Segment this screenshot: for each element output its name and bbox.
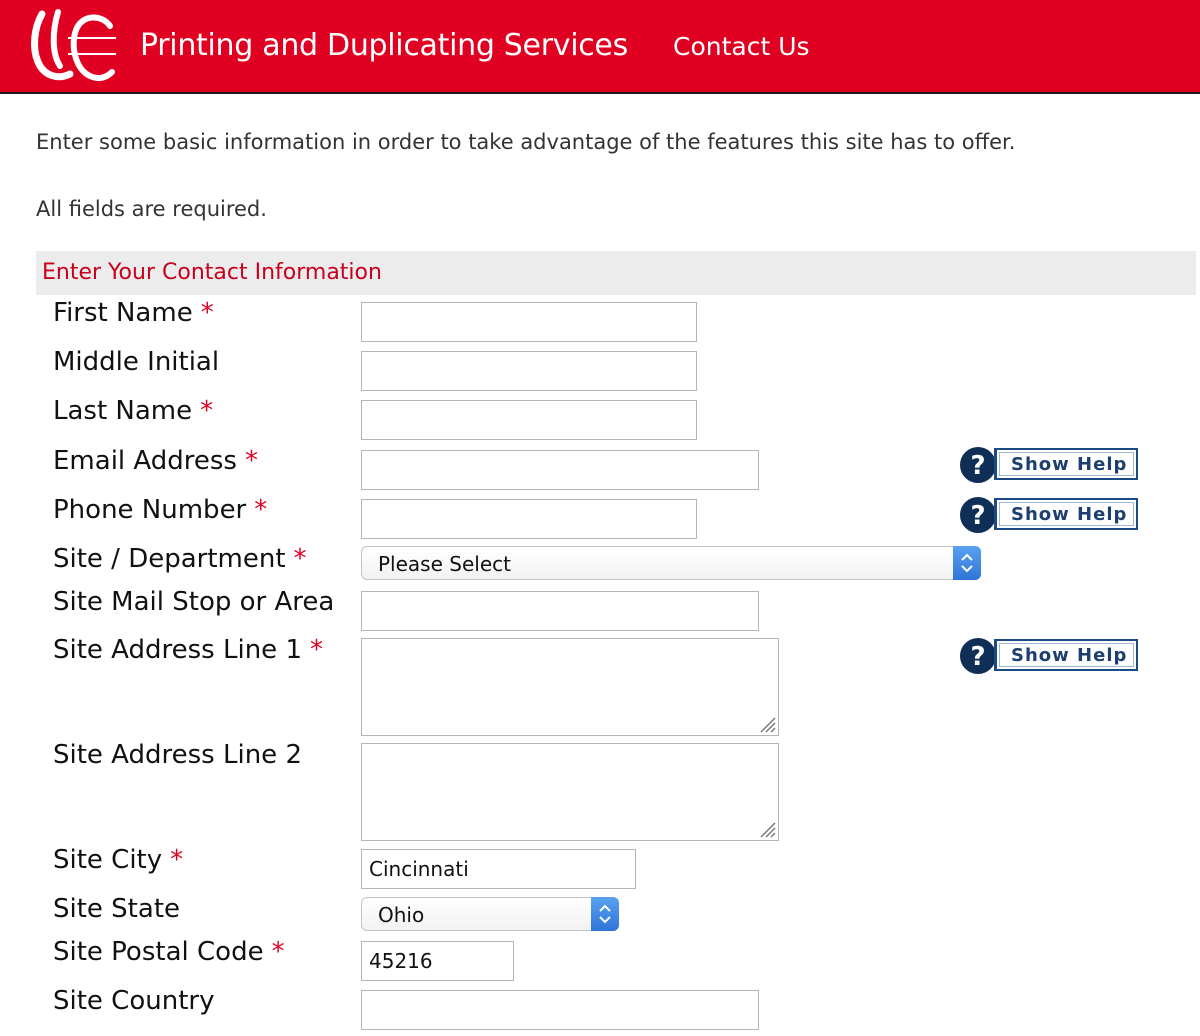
resize-grip-icon[interactable] <box>754 711 776 733</box>
middle-initial-label: Middle Initial <box>53 347 220 377</box>
required-marker: * <box>244 446 258 476</box>
section-header: Enter Your Contact Information <box>36 251 1196 295</box>
required-marker: * <box>200 396 214 426</box>
department-label: Site / Department * <box>53 544 307 574</box>
select-chevron-icon[interactable] <box>591 897 619 931</box>
required-marker: * <box>170 845 184 875</box>
required-marker: * <box>271 937 285 967</box>
middle-initial-input[interactable] <box>361 351 697 391</box>
help-question-icon[interactable]: ? <box>960 497 996 533</box>
city-input[interactable] <box>361 849 636 889</box>
site-title[interactable]: Printing and Duplicating Services <box>140 28 628 63</box>
show-help-button[interactable]: Show Help <box>994 639 1138 671</box>
state-label: Site State <box>53 894 181 924</box>
postal-code-label: Site Postal Code * <box>53 937 285 967</box>
country-label: Site Country <box>53 986 215 1016</box>
country-input[interactable] <box>361 990 759 1030</box>
email-label: Email Address * <box>53 446 258 476</box>
select-chevron-icon[interactable] <box>953 546 981 580</box>
department-select[interactable]: Please Select <box>361 546 981 580</box>
contact-us-link[interactable]: Contact Us <box>673 32 810 61</box>
mail-stop-label: Site Mail Stop or Area <box>53 587 335 617</box>
show-help-button[interactable]: Show Help <box>994 498 1138 530</box>
help-question-icon[interactable]: ? <box>960 447 996 483</box>
resize-grip-icon[interactable] <box>754 816 776 838</box>
mail-stop-input[interactable] <box>361 591 759 631</box>
email-input[interactable] <box>361 450 759 490</box>
phone-input[interactable] <box>361 499 697 539</box>
intro-text: Enter some basic information in order to… <box>36 130 1016 154</box>
required-marker: * <box>309 635 323 665</box>
phone-label: Phone Number * <box>53 495 268 525</box>
required-marker: * <box>200 298 214 328</box>
required-marker: * <box>254 495 268 525</box>
postal-code-input[interactable] <box>361 941 514 981</box>
first-name-input[interactable] <box>361 302 697 342</box>
address-line1-textarea[interactable] <box>361 638 779 736</box>
uc-logo-icon[interactable] <box>28 8 118 86</box>
phone-help[interactable]: ? Show Help <box>960 497 1140 533</box>
show-help-button[interactable]: Show Help <box>994 448 1138 480</box>
email-help[interactable]: ? Show Help <box>960 447 1140 483</box>
city-label: Site City * <box>53 845 184 875</box>
department-selected-value: Please Select <box>378 552 511 576</box>
site-header: Printing and Duplicating Services Contac… <box>0 0 1200 94</box>
help-question-icon[interactable]: ? <box>960 638 996 674</box>
state-selected-value: Ohio <box>378 903 425 927</box>
first-name-label: First Name * <box>53 298 214 328</box>
required-marker: * <box>293 544 307 574</box>
address-help[interactable]: ? Show Help <box>960 638 1140 674</box>
last-name-label: Last Name * <box>53 396 214 426</box>
required-note: All fields are required. <box>36 197 267 221</box>
address-line2-textarea[interactable] <box>361 743 779 841</box>
address-line2-label: Site Address Line 2 <box>53 740 302 770</box>
section-title: Enter Your Contact Information <box>42 260 382 285</box>
state-select[interactable]: Ohio <box>361 897 619 931</box>
last-name-input[interactable] <box>361 400 697 440</box>
address-line1-label: Site Address Line 1 * <box>53 635 323 665</box>
